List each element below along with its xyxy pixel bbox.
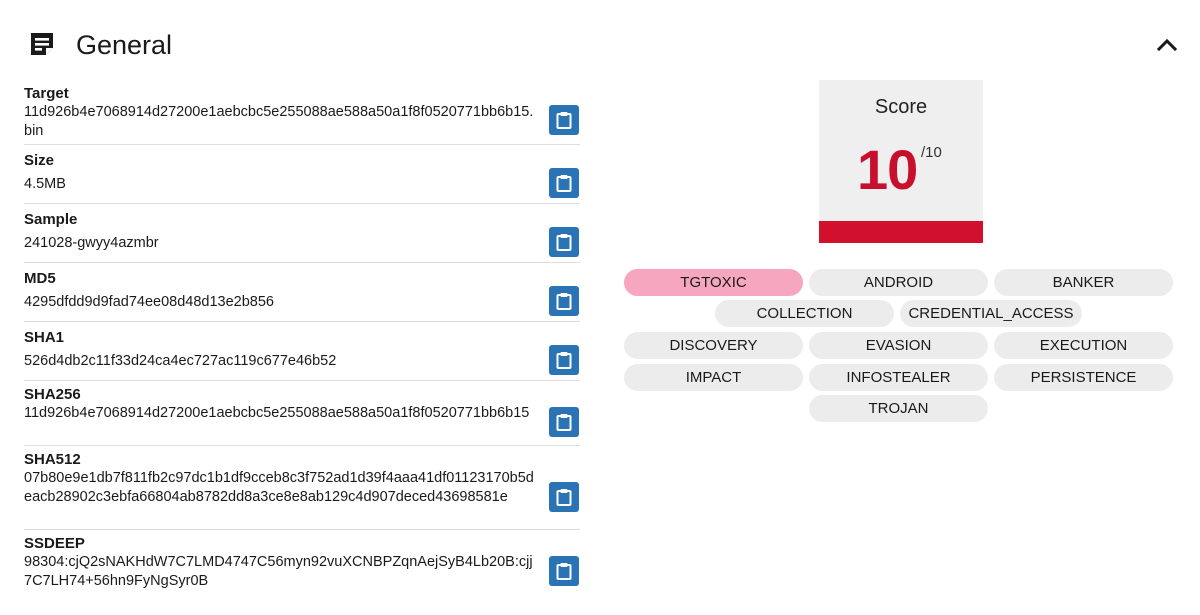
info-value: 526d4db2c11f33d24ca4ec727ac119c677e46b52	[24, 353, 337, 369]
info-row-size: Size 4.5MB	[24, 145, 580, 204]
copy-button[interactable]	[549, 482, 579, 512]
copy-button[interactable]	[549, 286, 579, 316]
info-row-sample: Sample 241028-gwyy4azmbr	[24, 204, 580, 263]
clipboard-icon	[556, 175, 572, 192]
score-card: Score 10 /10	[819, 80, 983, 243]
info-row-md5: MD5 4295dfdd9d9fad74ee08d48d13e2b856	[24, 263, 580, 322]
info-label: MD5	[24, 270, 56, 287]
info-row-target: Target 11d926b4e7068914d27200e1aebcbc5e2…	[24, 83, 580, 145]
info-label: SHA1	[24, 329, 65, 346]
copy-button[interactable]	[549, 345, 579, 375]
info-value: 98304:cjQ2sNAKHdW7C7LMD4747C56myn92vuXCN…	[24, 554, 533, 589]
tag-trojan[interactable]: TROJAN	[809, 395, 988, 422]
info-row-sha256: SHA256 11d926b4e7068914d27200e1aebcbc5e2…	[24, 381, 580, 446]
copy-button[interactable]	[549, 556, 579, 586]
copy-button[interactable]	[549, 168, 579, 198]
info-value: 11d926b4e7068914d27200e1aebcbc5e255088ae…	[24, 104, 534, 139]
chevron-up-icon	[1156, 38, 1178, 52]
panel-title: General	[76, 30, 173, 60]
tag-execution[interactable]: EXECUTION	[994, 332, 1173, 359]
tag-credential-access[interactable]: CREDENTIAL_ACCESS	[900, 300, 1082, 327]
sticky-note-icon	[28, 30, 56, 58]
info-value: 4295dfdd9d9fad74ee08d48d13e2b856	[24, 294, 274, 310]
info-value: 11d926b4e7068914d27200e1aebcbc5e255088ae…	[24, 405, 530, 421]
tag-infostealer[interactable]: INFOSTEALER	[809, 364, 988, 391]
clipboard-icon	[556, 112, 572, 129]
general-panel: General Target 11d926b4e7068914d27200e1a…	[0, 0, 1200, 615]
info-row-sha1: SHA1 526d4db2c11f33d24ca4ec727ac119c677e…	[24, 322, 580, 381]
tag-evasion[interactable]: EVASION	[809, 332, 988, 359]
info-value: 4.5MB	[24, 176, 66, 192]
tag-tgtoxic[interactable]: TGTOXIC	[624, 269, 803, 296]
copy-button[interactable]	[549, 105, 579, 135]
info-value: 07b80e9e1db7f811fb2c97dc1b1df9cceb8c3f75…	[24, 470, 534, 505]
info-label: SSDEEP	[24, 535, 85, 552]
info-row-ssdeep: SSDEEP 98304:cjQ2sNAKHdW7C7LMD4747C56myn…	[24, 530, 580, 596]
info-label: Sample	[24, 211, 78, 228]
clipboard-icon	[556, 489, 572, 506]
info-value: 241028-gwyy4azmbr	[24, 235, 159, 251]
tag-persistence[interactable]: PERSISTENCE	[994, 364, 1173, 391]
score-max: /10	[921, 144, 942, 161]
copy-button[interactable]	[549, 407, 579, 437]
score-value: 10	[857, 138, 918, 201]
score-title: Score	[874, 96, 928, 118]
info-label: Size	[24, 152, 55, 169]
clipboard-icon	[556, 234, 572, 251]
clipboard-icon	[556, 293, 572, 310]
panel-header: General	[0, 0, 1200, 86]
file-info-list: Target 11d926b4e7068914d27200e1aebcbc5e2…	[24, 83, 580, 596]
clipboard-icon	[556, 352, 572, 369]
tag-discovery[interactable]: DISCOVERY	[624, 332, 803, 359]
tag-impact[interactable]: IMPACT	[624, 364, 803, 391]
clipboard-icon	[556, 414, 572, 431]
info-label: Target	[24, 85, 69, 102]
copy-button[interactable]	[549, 227, 579, 257]
tag-android[interactable]: ANDROID	[809, 269, 988, 296]
info-row-sha512: SHA512 07b80e9e1db7f811fb2c97dc1b1df9cce…	[24, 446, 580, 530]
collapse-button[interactable]	[1152, 30, 1182, 60]
score-severity-bar	[819, 221, 983, 243]
tag-banker[interactable]: BANKER	[994, 269, 1173, 296]
clipboard-icon	[556, 563, 572, 580]
info-label: SHA256	[24, 386, 81, 403]
tag-collection[interactable]: COLLECTION	[715, 300, 894, 327]
info-label: SHA512	[24, 451, 81, 468]
